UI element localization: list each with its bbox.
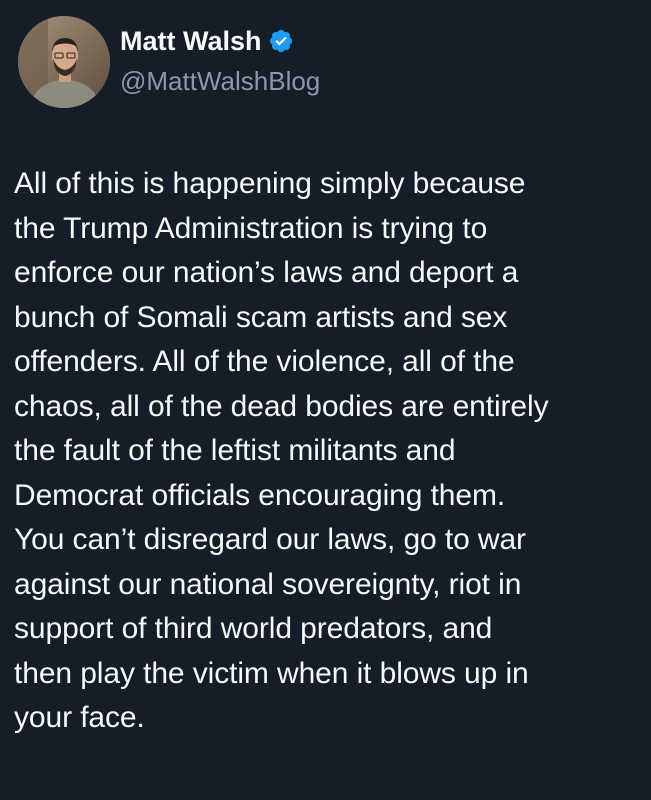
tweet-text-line: the Trump Administration is trying to [14,211,488,245]
tweet-header: Matt Walsh @MattWalshBlog [18,16,618,112]
tweet-text-line: offenders. All of the violence, all of t… [14,345,515,378]
tweet-text-line: the fault of the leftist militants and [14,434,456,467]
handle[interactable]: @MattWalshBlog [120,66,320,96]
tweet-text-line: You can’t disregard our laws, go to war [14,523,526,556]
tweet-text-line: All of this is happening simply because [14,167,526,200]
author-names: Matt Walsh @MattWalshBlog [120,22,320,97]
tweet-text-line: support of third world predators, and [14,612,493,645]
tweet-text: All of this is happening simply because … [14,162,639,741]
display-name[interactable]: Matt Walsh [120,26,262,57]
tweet-text-line: against our national sovereignty, riot i… [14,567,522,601]
display-name-row: Matt Walsh [120,22,320,60]
tweet: Matt Walsh @MattWalshBlog All of this is… [0,0,651,800]
tweet-text-line: chaos, all of the dead bodies are entire… [14,389,549,423]
avatar-photo [18,16,110,108]
tweet-text-line: bunch of Somali scam artists and sex [14,300,508,334]
tweet-text-line: your face. [14,701,145,734]
avatar[interactable] [18,16,110,108]
verified-badge-icon [268,28,294,54]
tweet-text-line: Democrat officials encouraging them. [14,478,506,512]
tweet-text-line: enforce our nation’s laws and deport a [14,256,519,289]
tweet-text-line: then play the victim when it blows up in [14,656,529,690]
